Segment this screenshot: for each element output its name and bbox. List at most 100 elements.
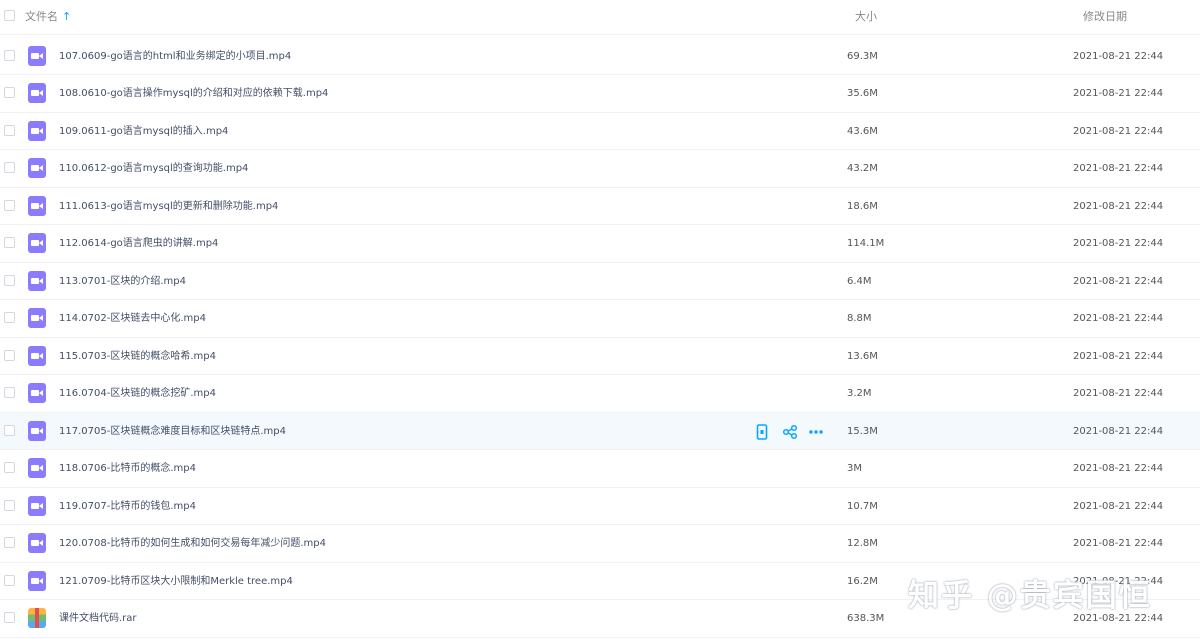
file-date: 2021-08-21 22:44 <box>1073 313 1164 324</box>
row-checkbox[interactable] <box>4 387 15 398</box>
file-size: 35.6M <box>847 88 878 99</box>
video-icon <box>28 308 46 328</box>
column-header-name[interactable]: 文件名 ↑ <box>25 10 71 24</box>
file-name[interactable]: 111.0613-go语言mysql的更新和删除功能.mp4 <box>59 200 278 213</box>
watermark: 知乎 @贵宾国恒 <box>908 578 1152 614</box>
file-name[interactable]: 113.0701-区块的介绍.mp4 <box>59 275 186 288</box>
video-icon <box>28 345 46 366</box>
file-date: 2021-08-21 22:44 <box>1073 463 1164 474</box>
video-icon <box>28 495 46 516</box>
row-checkbox[interactable] <box>4 349 15 361</box>
file-date: 2021-08-21 22:44 <box>1073 350 1164 362</box>
file-row[interactable]: 118.0706-比特币的概念.mp4 3M 2021-08-21 22:44 <box>0 450 1200 488</box>
file-list-header: 文件名 ↑ 大小 修改日期 <box>0 0 1200 35</box>
video-icon <box>28 533 46 553</box>
file-size: 15.3M <box>847 425 878 437</box>
arrow-up-icon[interactable]: ↑ <box>62 10 71 23</box>
video-icon <box>28 45 46 66</box>
file-date: 2021-08-21 22:44 <box>1073 538 1164 549</box>
file-name[interactable]: 117.0705-区块链概念难度目标和区块链特点.mp4 <box>59 425 286 438</box>
row-checkbox[interactable] <box>4 49 15 61</box>
row-checkbox[interactable] <box>4 162 15 173</box>
file-row[interactable]: 119.0707-比特币的钱包.mp4 10.7M 2021-08-21 22:44 <box>0 488 1200 525</box>
file-size: 10.7M <box>847 500 878 512</box>
file-row[interactable]: 116.0704-区块链的概念挖矿.mp4 3.2M 2021-08-21 22:4… <box>0 375 1200 413</box>
more-icon[interactable] <box>808 424 824 440</box>
file-size: 638.3M <box>847 613 885 624</box>
file-row[interactable]: 109.0611-go语言mysql的插入.mp4 43.6M 2021-08-21… <box>0 113 1200 150</box>
file-size: 3M <box>847 463 862 474</box>
file-date: 2021-08-21 22:44 <box>1073 425 1164 437</box>
file-row[interactable]: 120.0708-比特币的如何生成和如何交易每年减少问题.mp4 12.8M 202… <box>0 525 1200 563</box>
video-icon <box>28 233 46 253</box>
video-icon <box>28 195 46 216</box>
row-checkbox[interactable] <box>4 237 15 248</box>
column-header-size[interactable]: 大小 <box>855 10 877 24</box>
file-row[interactable]: 110.0612-go语言mysql的查询功能.mp4 43.2M 2021-08-… <box>0 150 1200 188</box>
file-size: 43.2M <box>847 163 878 174</box>
file-date: 2021-08-21 22:44 <box>1073 500 1164 512</box>
file-name[interactable]: 119.0707-比特币的钱包.mp4 <box>59 500 196 513</box>
file-size: 43.6M <box>847 125 878 137</box>
file-size: 13.6M <box>847 350 878 362</box>
file-date: 2021-08-21 22:44 <box>1073 275 1164 287</box>
file-date: 2021-08-21 22:44 <box>1073 88 1164 99</box>
row-checkbox[interactable] <box>4 499 15 511</box>
file-size: 6.4M <box>847 275 872 287</box>
phone-icon[interactable] <box>755 423 771 440</box>
file-row[interactable]: 115.0703-区块链的概念哈希.mp4 13.6M 2021-08-21 22:… <box>0 338 1200 375</box>
file-name[interactable]: 112.0614-go语言爬虫的讲解.mp4 <box>59 237 218 250</box>
file-size: 8.8M <box>847 313 872 324</box>
file-date: 2021-08-21 22:44 <box>1073 238 1164 249</box>
file-name[interactable]: 109.0611-go语言mysql的插入.mp4 <box>59 125 228 138</box>
row-checkbox[interactable] <box>4 462 15 473</box>
row-checkbox[interactable] <box>4 199 15 211</box>
file-name[interactable]: 110.0612-go语言mysql的查询功能.mp4 <box>59 162 248 175</box>
file-name[interactable]: 121.0709-比特币区块大小限制和Merkle tree.mp4 <box>59 575 293 588</box>
column-header-date[interactable]: 修改日期 <box>1083 10 1127 24</box>
file-size: 12.8M <box>847 538 878 549</box>
row-checkbox[interactable] <box>4 574 15 586</box>
file-name[interactable]: 107.0609-go语言的html和业务绑定的小项目.mp4 <box>59 50 291 63</box>
video-icon <box>28 383 46 403</box>
share-icon[interactable] <box>782 424 798 440</box>
file-row[interactable]: 111.0613-go语言mysql的更新和删除功能.mp4 18.6M 2021-… <box>0 188 1200 225</box>
file-date: 2021-08-21 22:44 <box>1073 388 1164 399</box>
row-checkbox[interactable] <box>4 612 15 623</box>
file-name[interactable]: 课件文档代码.rar <box>59 612 137 625</box>
file-size: 18.6M <box>847 200 878 212</box>
file-size: 16.2M <box>847 575 878 587</box>
file-row[interactable]: 107.0609-go语言的html和业务绑定的小项目.mp4 69.3M 2021… <box>0 38 1200 75</box>
file-name[interactable]: 115.0703-区块链的概念哈希.mp4 <box>59 350 216 363</box>
video-icon <box>28 158 46 178</box>
file-size: 3.2M <box>847 388 872 399</box>
row-checkbox[interactable] <box>4 537 15 548</box>
video-icon <box>28 458 46 478</box>
row-checkbox[interactable] <box>4 124 15 136</box>
file-row[interactable]: 114.0702-区块链去中心化.mp4 8.8M 2021-08-21 22:44 <box>0 300 1200 338</box>
row-checkbox[interactable] <box>4 274 15 286</box>
video-icon <box>28 570 46 591</box>
row-checkbox[interactable] <box>4 312 15 323</box>
archive-icon <box>28 608 46 628</box>
file-date: 2021-08-21 22:44 <box>1073 200 1164 212</box>
video-icon <box>28 270 46 291</box>
file-size: 114.1M <box>847 238 885 249</box>
file-row[interactable]: 112.0614-go语言爬虫的讲解.mp4 114.1M 2021-08-21 2… <box>0 225 1200 263</box>
file-size: 69.3M <box>847 50 878 62</box>
column-header-name-label: 文件名 <box>25 10 58 23</box>
video-icon <box>28 120 46 141</box>
file-name[interactable]: 116.0704-区块链的概念挖矿.mp4 <box>59 387 216 400</box>
row-checkbox[interactable] <box>4 424 15 436</box>
file-name[interactable]: 114.0702-区块链去中心化.mp4 <box>59 312 206 325</box>
file-row[interactable]: 117.0705-区块链概念难度目标和区块链特点.mp4 15.3M 2021-08… <box>0 412 1200 450</box>
file-name[interactable]: 120.0708-比特币的如何生成和如何交易每年减少问题.mp4 <box>59 537 326 550</box>
select-all-checkbox[interactable] <box>4 10 15 21</box>
row-checkbox[interactable] <box>4 87 15 98</box>
file-name[interactable]: 108.0610-go语言操作mysql的介绍和对应的依赖下载.mp4 <box>59 87 328 100</box>
file-name[interactable]: 118.0706-比特币的概念.mp4 <box>59 462 196 475</box>
file-date: 2021-08-21 22:44 <box>1073 125 1164 137</box>
file-row[interactable]: 108.0610-go语言操作mysql的介绍和对应的依赖下载.mp4 35.6M… <box>0 75 1200 113</box>
file-row[interactable]: 113.0701-区块的介绍.mp4 6.4M 2021-08-21 22:44 <box>0 263 1200 300</box>
file-date: 2021-08-21 22:44 <box>1073 50 1164 62</box>
